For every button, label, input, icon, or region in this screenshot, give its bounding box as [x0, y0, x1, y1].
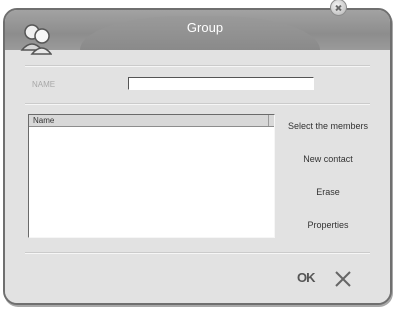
- select-members-button[interactable]: Select the members: [284, 121, 372, 131]
- name-label: NAME: [32, 80, 56, 89]
- members-list[interactable]: Name: [28, 114, 275, 238]
- group-users-icon: [20, 24, 52, 55]
- divider-top: [25, 65, 370, 67]
- list-header[interactable]: Name: [29, 115, 274, 127]
- erase-button[interactable]: Erase: [284, 187, 372, 197]
- name-field[interactable]: [128, 77, 314, 90]
- properties-button[interactable]: Properties: [284, 220, 372, 230]
- divider-bottom: [25, 252, 370, 254]
- ok-button[interactable]: OK: [297, 270, 315, 285]
- dialog-title: Group: [186, 20, 224, 35]
- cancel-x-icon[interactable]: [334, 270, 352, 288]
- new-contact-button[interactable]: New contact: [284, 154, 372, 164]
- column-header-name[interactable]: Name: [29, 115, 269, 126]
- divider-middle: [25, 103, 370, 105]
